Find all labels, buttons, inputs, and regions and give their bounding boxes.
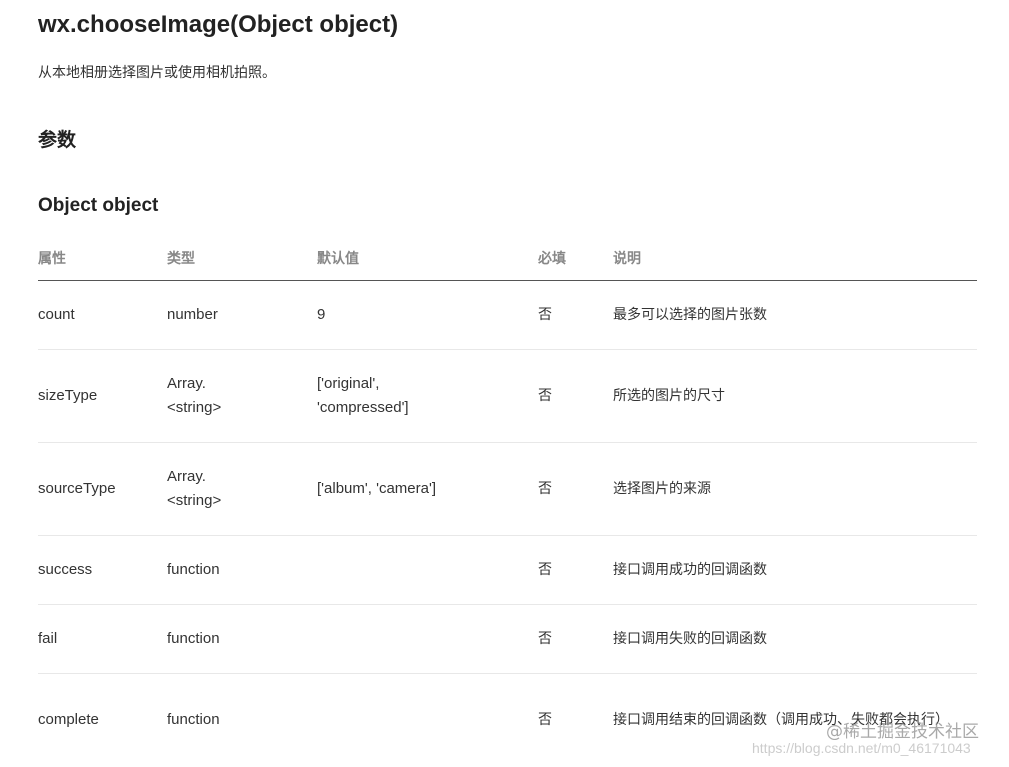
- header-default: 默认值: [317, 236, 538, 281]
- param-name: sizeType: [38, 349, 167, 443]
- header-name: 属性: [38, 236, 167, 281]
- table-row: sizeType Array.<string> ['original', 'co…: [38, 349, 977, 443]
- header-type: 类型: [167, 236, 317, 281]
- param-name: fail: [38, 604, 167, 674]
- param-required: 否: [538, 712, 552, 729]
- param-default: ['album', 'camera']: [317, 442, 538, 536]
- document-page: wx.chooseImage(Object object) 从本地相册选择图片或…: [0, 0, 1009, 765]
- table-row: sourceType Array.<string> ['album', 'cam…: [38, 442, 977, 536]
- header-description: 说明: [613, 236, 977, 281]
- param-description: 接口调用成功的回调函数: [613, 535, 977, 605]
- table-row: fail function 否 接口调用失败的回调函数: [38, 604, 977, 674]
- param-type: number: [167, 280, 317, 350]
- param-type: Array.<string>: [167, 442, 317, 536]
- param-description: 选择图片的来源: [613, 442, 977, 536]
- watermark-url: https://blog.csdn.net/m0_46171043: [752, 740, 971, 756]
- param-name: count: [38, 280, 167, 350]
- param-default: [317, 604, 538, 674]
- param-name: complete: [38, 711, 99, 729]
- table-header-row: 属性 类型 默认值 必填 说明: [38, 236, 977, 281]
- section-title-params: 参数: [38, 129, 77, 151]
- param-name: success: [38, 535, 167, 605]
- param-required: 否: [538, 604, 613, 674]
- table-row: success function 否 接口调用成功的回调函数: [38, 535, 977, 605]
- param-default: 9: [317, 280, 538, 350]
- header-required: 必填: [538, 236, 613, 281]
- param-description: 所选的图片的尺寸: [613, 349, 977, 443]
- table-row: count number 9 否 最多可以选择的图片张数: [38, 280, 977, 350]
- param-description: 接口调用失败的回调函数: [613, 604, 977, 674]
- param-required: 否: [538, 280, 613, 350]
- param-default: [317, 674, 538, 767]
- api-title: wx.chooseImage(Object object): [38, 11, 399, 38]
- param-type-text: Array.<string>: [167, 375, 222, 416]
- object-title: Object object: [38, 195, 159, 216]
- param-type: function: [167, 604, 317, 674]
- param-type: function: [167, 535, 317, 605]
- param-default: ['original', 'compressed']: [317, 349, 538, 443]
- param-required: 否: [538, 349, 613, 443]
- params-table: 属性 类型 默认值 必填 说明 count number 9 否 最多可以选择的…: [38, 236, 977, 767]
- param-name: sourceType: [38, 442, 167, 536]
- param-type: function: [167, 711, 220, 729]
- param-default: [317, 535, 538, 605]
- param-default-text: ['original', 'compressed']: [317, 375, 409, 416]
- param-type: Array.<string>: [167, 349, 317, 443]
- param-required: 否: [538, 535, 613, 605]
- param-description: 最多可以选择的图片张数: [613, 280, 977, 350]
- param-type-text: Array.<string>: [167, 468, 222, 509]
- api-description: 从本地相册选择图片或使用相机拍照。: [38, 65, 276, 81]
- param-required: 否: [538, 442, 613, 536]
